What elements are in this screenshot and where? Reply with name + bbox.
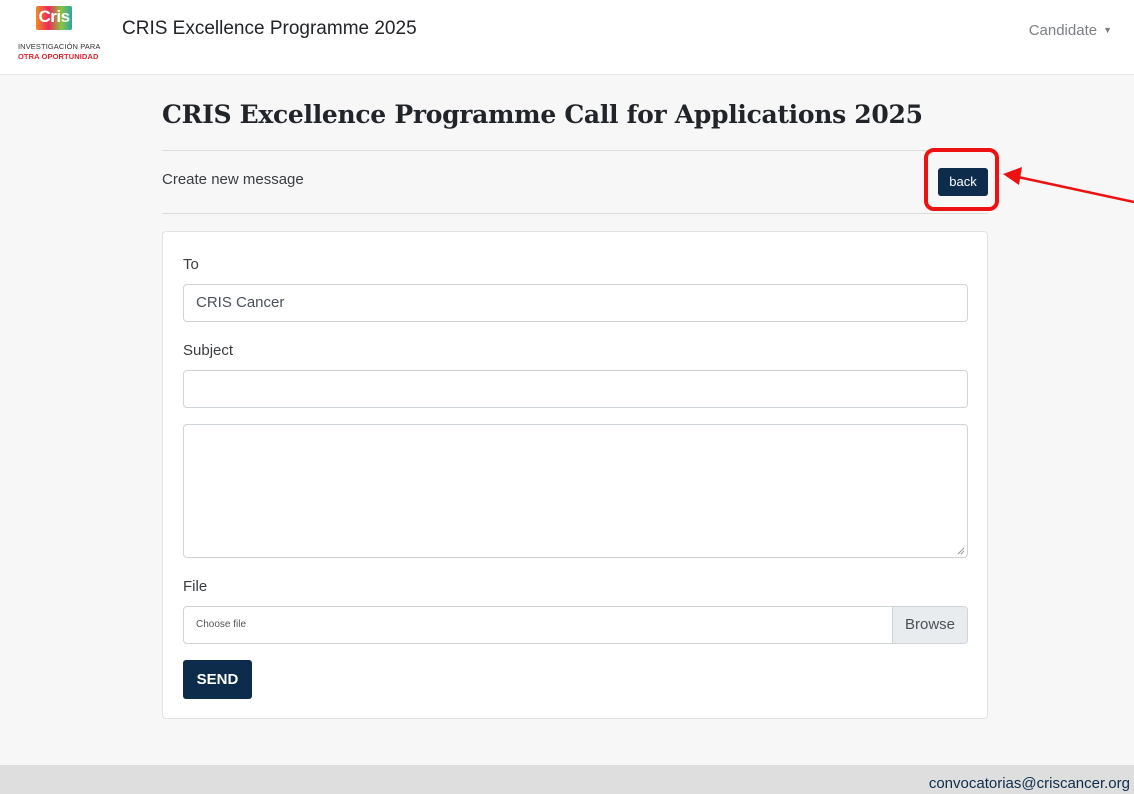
subject-input[interactable] xyxy=(183,370,968,408)
footer-email-link[interactable]: convocatorias@criscancer.org xyxy=(929,775,1130,792)
logo-tagline-1: INVESTIGACIÓN PARA xyxy=(18,42,101,51)
user-menu-label: Candidate xyxy=(1028,22,1098,39)
to-field[interactable]: CRIS Cancer xyxy=(183,284,968,322)
subject-label: Subject xyxy=(183,342,234,359)
divider xyxy=(162,150,988,151)
resize-handle-icon[interactable] xyxy=(957,547,965,555)
app-title[interactable]: CRIS Excellence Programme 2025 xyxy=(122,18,417,40)
file-input[interactable]: Choose file Browse xyxy=(183,606,968,644)
annotation-highlight-box xyxy=(924,148,999,211)
section-subheading: Create new message xyxy=(162,171,304,188)
cris-logo[interactable]: Cris INVESTIGACIÓN PARA OTRA OPORTUNIDAD xyxy=(16,4,106,68)
message-body-textarea[interactable] xyxy=(183,424,968,558)
logo-tagline-2: OTRA OPORTUNIDAD xyxy=(18,52,99,61)
divider xyxy=(162,213,988,214)
send-button[interactable]: SEND xyxy=(183,660,252,699)
browse-button[interactable]: Browse xyxy=(892,607,967,643)
user-menu-dropdown[interactable]: Candidate ▼ xyxy=(1029,22,1112,39)
page-title: CRIS Excellence Programme Call for Appli… xyxy=(162,100,923,129)
file-placeholder: Choose file xyxy=(196,619,247,630)
cris-logo-mark: Cris xyxy=(36,6,72,30)
top-navbar: Cris INVESTIGACIÓN PARA OTRA OPORTUNIDAD… xyxy=(0,0,1134,75)
file-label: File xyxy=(183,578,208,595)
caret-down-icon: ▼ xyxy=(1103,25,1112,35)
footer: convocatorias@criscancer.org xyxy=(0,765,1134,794)
to-label: To xyxy=(183,256,199,273)
